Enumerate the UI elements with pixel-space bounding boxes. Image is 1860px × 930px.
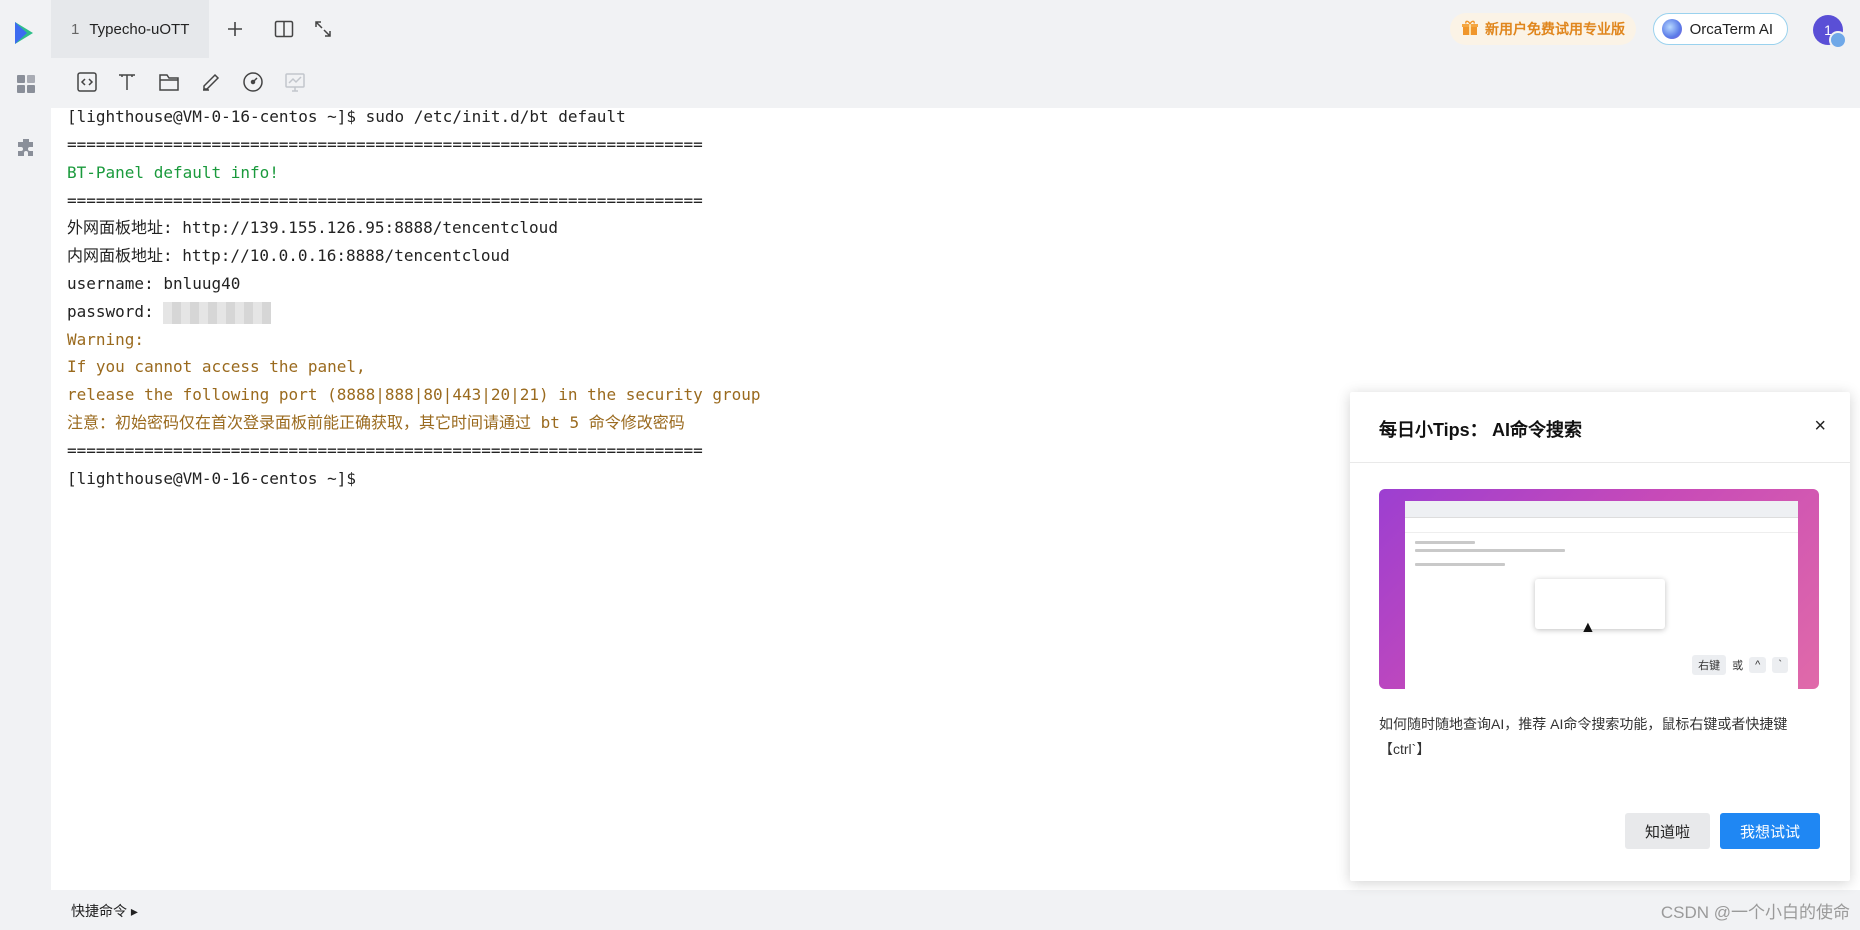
preview-line <box>1415 541 1475 544</box>
orcaterm-ai-button[interactable]: OrcaTerm AI <box>1652 13 1788 45</box>
avatar[interactable]: 1 <box>1813 15 1847 49</box>
terminal-line: 内网面板地址: http://10.0.0.16:8888/tencentclo… <box>67 246 510 265</box>
preview-line <box>1415 563 1505 566</box>
text-format-icon[interactable] <box>115 70 139 94</box>
terminal-line: Warning: <box>67 330 145 349</box>
promo-button[interactable]: 新用户免费试用专业版 <box>1450 13 1636 45</box>
monitor-chart-icon <box>283 70 307 94</box>
tab-session[interactable]: 1 Typecho-uOTT <box>51 0 209 58</box>
preview-key-or: 或 <box>1732 660 1744 672</box>
close-icon[interactable]: × <box>1814 416 1826 436</box>
try-button[interactable]: 我想试试 <box>1720 813 1820 849</box>
terminal-line: ========================================… <box>67 135 703 154</box>
gift-icon <box>1461 19 1479 40</box>
daily-tips-dialog: 每日小Tips： AI命令搜索 × ▲ 右键 或 ^ ` 如何随时随地查询AI，… <box>1350 392 1850 881</box>
terminal-line: ========================================… <box>67 441 703 460</box>
cursor-icon: ▲ <box>1580 619 1596 636</box>
left-rail <box>0 0 51 930</box>
password-line: password: <box>67 301 272 324</box>
tab-label: Typecho-uOTT <box>89 20 190 38</box>
tip-description: 如何随时随地查询AI，推荐 AI命令搜索功能，鼠标右键或者快捷键【ctrl`】 <box>1379 716 1788 757</box>
plugin-icon[interactable] <box>14 136 38 160</box>
preview-shortcut-keys: 右键 或 ^ ` <box>1692 655 1788 675</box>
tab-index: 1 <box>71 20 80 38</box>
password-label: password: <box>67 302 164 321</box>
fullscreen-icon[interactable] <box>311 17 335 41</box>
promo-label: 新用户免费试用专业版 <box>1485 21 1625 37</box>
terminal-toolbar <box>51 58 1860 108</box>
preview-key: 右键 <box>1692 655 1727 675</box>
bottom-bar: 快捷命令 ▸ CSDN @一个小白的使命 <box>51 890 1860 930</box>
dialog-title: 每日小Tips： AI命令搜索 <box>1379 420 1583 440</box>
terminal-line: release the following port (8888|888|80|… <box>67 385 761 404</box>
terminal-line: BT-Panel default info! <box>67 163 279 182</box>
preview-toolbar <box>1405 518 1798 533</box>
dismiss-button[interactable]: 知道啦 <box>1625 813 1710 849</box>
dialog-header: 每日小Tips： AI命令搜索 × <box>1350 392 1850 463</box>
terminal-line: 注意：初始密码仅在首次登录面板前能正确获取，其它时间请通过 bt 5 命令修改密… <box>67 413 685 432</box>
redacted-password <box>163 301 272 324</box>
avatar-badge-icon <box>1829 31 1847 49</box>
preview-line <box>1415 549 1565 552</box>
preview-context-menu <box>1535 579 1665 629</box>
dashboard-gauge-icon[interactable] <box>241 70 265 94</box>
orca-ai-icon <box>1661 19 1682 39</box>
preview-window: ▲ 右键 或 ^ ` <box>1405 501 1798 689</box>
edit-icon[interactable] <box>199 70 223 94</box>
quick-commands-button[interactable]: 快捷命令 ▸ <box>71 901 138 921</box>
split-view-icon[interactable] <box>272 17 296 41</box>
terminal-line: If you cannot access the panel, <box>67 357 366 376</box>
terminal-line: username: bnluug40 <box>67 274 241 293</box>
watermark: CSDN @一个小白的使命 <box>1660 903 1850 922</box>
code-icon[interactable] <box>75 70 99 94</box>
terminal-line: 外网面板地址: http://139.155.126.95:8888/tence… <box>67 218 558 237</box>
add-tab-icon[interactable] <box>223 17 247 41</box>
orca-label: OrcaTerm AI <box>1689 20 1773 38</box>
tip-preview-image: ▲ 右键 或 ^ ` <box>1379 489 1819 689</box>
terminal-prompt: [lighthouse@VM-0-16-centos ~]$ <box>67 469 356 488</box>
preview-key: ^ <box>1749 657 1767 673</box>
app-logo-icon[interactable] <box>13 20 37 51</box>
terminal-line: ========================================… <box>67 191 703 210</box>
tab-bar: 1 Typecho-uOTT 新用户免费试用专业版 OrcaTerm AI 1 <box>51 0 1860 58</box>
preview-key: ` <box>1772 657 1788 673</box>
folder-icon[interactable] <box>157 70 181 94</box>
terminal-line: [lighthouse@VM-0-16-centos ~]$ sudo /etc… <box>67 107 626 126</box>
dashboard-icon[interactable] <box>14 72 38 96</box>
preview-tab-bar <box>1405 501 1798 518</box>
